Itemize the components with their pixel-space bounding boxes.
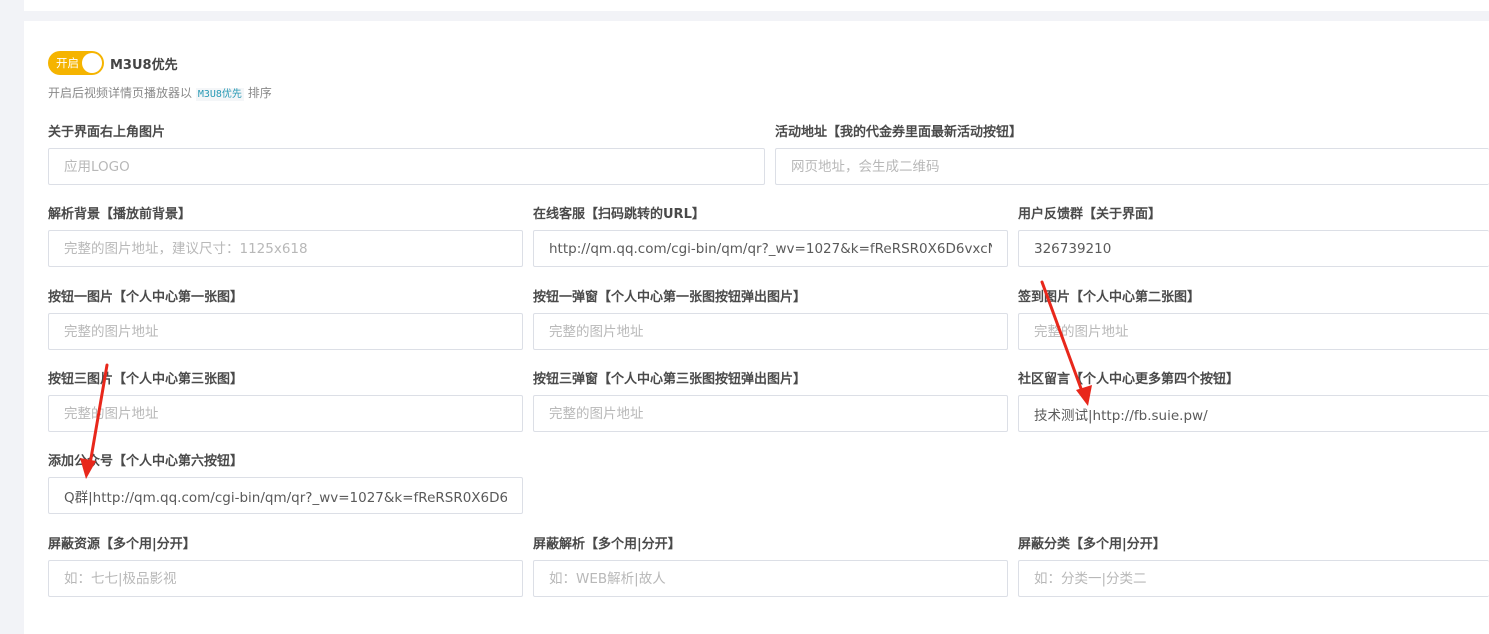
toggle-state-text: 开启 [56, 56, 79, 70]
m3u8-toggle-label: M3U8优先 [110, 57, 178, 73]
block-category-label: 屏蔽分类【多个用|分开】 [1018, 537, 1166, 552]
feedback-group-input[interactable] [1018, 230, 1489, 267]
hint-after: 排序 [243, 86, 272, 100]
btn1-image-input[interactable] [48, 313, 523, 350]
add-account-input[interactable] [48, 477, 523, 514]
block-parse-input[interactable] [533, 560, 1008, 597]
community-label: 社区留言【个人中心更多第四个按钮】 [1018, 372, 1240, 387]
about-image-input[interactable] [48, 148, 765, 185]
parse-bg-input[interactable] [48, 230, 523, 267]
btn1-popup-input[interactable] [533, 313, 1008, 350]
block-category-input[interactable] [1018, 560, 1489, 597]
parse-bg-label: 解析背景【播放前背景】 [48, 207, 192, 222]
add-account-label: 添加公众号【个人中心第六按钮】 [48, 454, 244, 469]
btn3-popup-input[interactable] [533, 395, 1008, 432]
m3u8-toggle-row: 开启 M3U8优先 [48, 51, 178, 75]
activity-url-input[interactable] [775, 148, 1489, 185]
btn3-image-input[interactable] [48, 395, 523, 432]
block-parse-label: 屏蔽解析【多个用|分开】 [533, 537, 681, 552]
activity-url-label: 活动地址【我的代金券里面最新活动按钮】 [775, 125, 1023, 140]
m3u8-priority-toggle[interactable]: 开启 [48, 51, 104, 75]
m3u8-hint: 开启后视频详情页播放器以 M3U8优先 排序 [48, 84, 272, 101]
block-resource-input[interactable] [48, 560, 523, 597]
btn1-popup-label: 按钮一弹窗【个人中心第一张图按钮弹出图片】 [533, 290, 807, 305]
hint-code: M3U8优先 [195, 88, 244, 101]
btn3-image-label: 按钮三图片【个人中心第三张图】 [48, 372, 244, 387]
signin-image-label: 签到图片【个人中心第二张图】 [1018, 290, 1201, 305]
top-panel [24, 0, 1489, 11]
hint-before: 开启后视频详情页播放器以 [48, 86, 196, 100]
btn3-popup-label: 按钮三弹窗【个人中心第三张图按钮弹出图片】 [533, 372, 807, 387]
online-service-label: 在线客服【扫码跳转的URL】 [533, 207, 705, 222]
about-image-label: 关于界面右上角图片 [48, 125, 166, 140]
feedback-group-label: 用户反馈群【关于界面】 [1018, 207, 1162, 222]
btn1-image-label: 按钮一图片【个人中心第一张图】 [48, 290, 244, 305]
toggle-knob [82, 53, 102, 73]
block-resource-label: 屏蔽资源【多个用|分开】 [48, 537, 196, 552]
signin-image-input[interactable] [1018, 313, 1489, 350]
community-input[interactable] [1018, 395, 1489, 432]
online-service-input[interactable] [533, 230, 1008, 267]
